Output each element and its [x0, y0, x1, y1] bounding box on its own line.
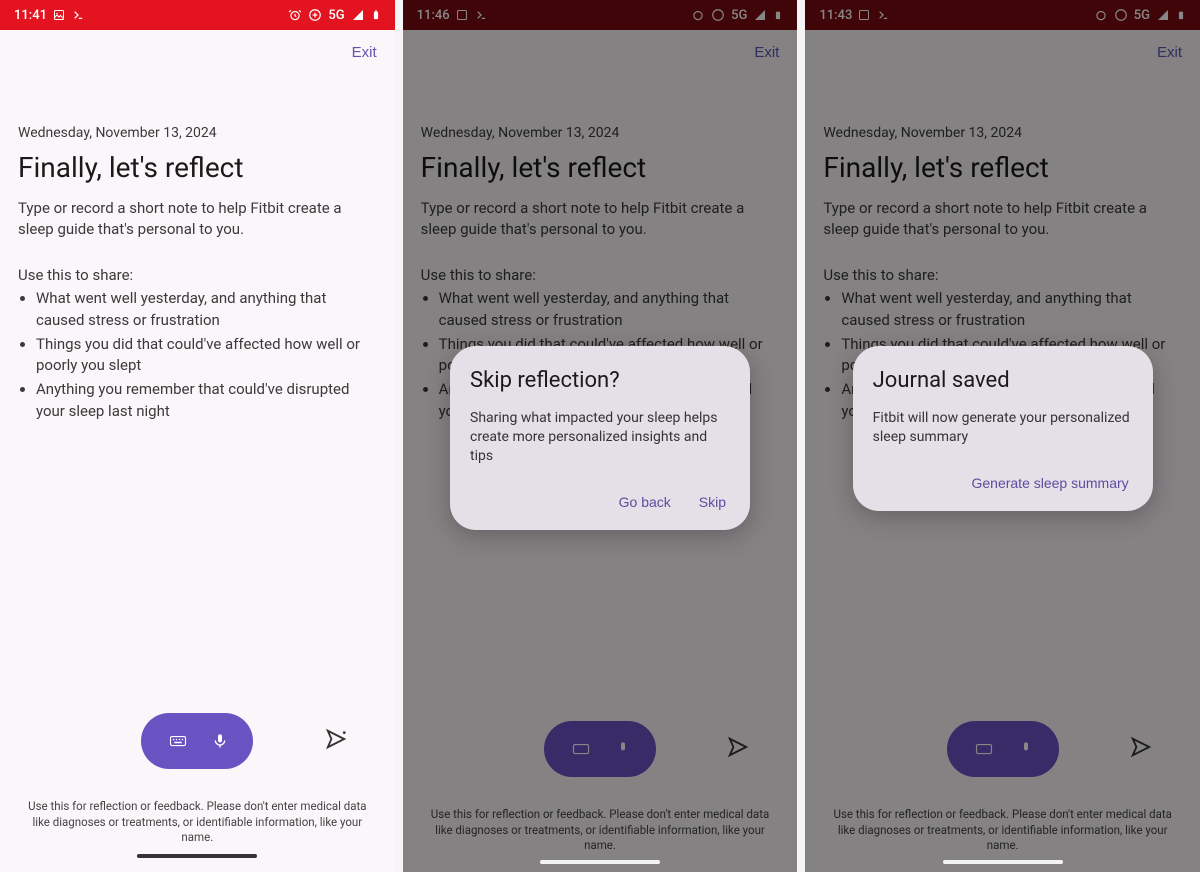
phone-screen-3: 11:43 5G Exit Wednesday, November 13, 20… [805, 0, 1200, 872]
data-saver-icon [308, 8, 322, 22]
network-label: 5G [328, 8, 344, 23]
intro-text: Type or record a short note to help Fitb… [18, 198, 377, 240]
microphone-icon[interactable] [212, 730, 228, 752]
skip-button[interactable]: Skip [695, 488, 730, 516]
send-icon[interactable] [325, 728, 347, 754]
gallery-icon [53, 9, 65, 21]
nav-gesture-bar[interactable] [137, 854, 257, 858]
skip-reflection-dialog: Skip reflection? Sharing what impacted y… [450, 346, 750, 530]
list-item: What went well yesterday, and anything t… [36, 288, 377, 332]
input-mode-pill[interactable] [141, 713, 253, 769]
terminal-icon [71, 10, 85, 20]
dialog-title: Journal saved [873, 368, 1133, 393]
disclaimer-text: Use this for reflection or feedback. Ple… [18, 799, 377, 846]
dialog-body: Fitbit will now generate your personaliz… [873, 409, 1133, 447]
list-item: Things you did that could've affected ho… [36, 334, 377, 378]
generate-sleep-summary-button[interactable]: Generate sleep summary [967, 469, 1132, 497]
alarm-icon [288, 8, 302, 22]
page-title: Finally, let's reflect [18, 151, 377, 184]
keyboard-icon[interactable] [166, 732, 190, 750]
signal-icon [351, 9, 365, 21]
journal-saved-dialog: Journal saved Fitbit will now generate y… [853, 346, 1153, 511]
phone-screen-1: 11:41 5G Exit Wednesday, November 13, 20… [0, 0, 395, 872]
share-label: Use this to share: [18, 266, 377, 284]
dialog-body: Sharing what impacted your sleep helps c… [470, 409, 730, 466]
phone-screen-2: 11:46 5G Exit Wednesday, November 13, 20… [403, 0, 798, 872]
bullet-list: What went well yesterday, and anything t… [18, 288, 377, 425]
battery-icon [371, 8, 381, 22]
nav-gesture-bar[interactable] [540, 860, 660, 864]
status-time: 11:41 [14, 8, 47, 23]
date-text: Wednesday, November 13, 2024 [18, 125, 377, 141]
go-back-button[interactable]: Go back [615, 488, 675, 516]
list-item: Anything you remember that could've disr… [36, 379, 377, 423]
status-bar: 11:41 5G [0, 0, 395, 30]
dialog-title: Skip reflection? [470, 368, 730, 393]
exit-button[interactable]: Exit [352, 44, 377, 61]
nav-gesture-bar[interactable] [943, 860, 1063, 864]
